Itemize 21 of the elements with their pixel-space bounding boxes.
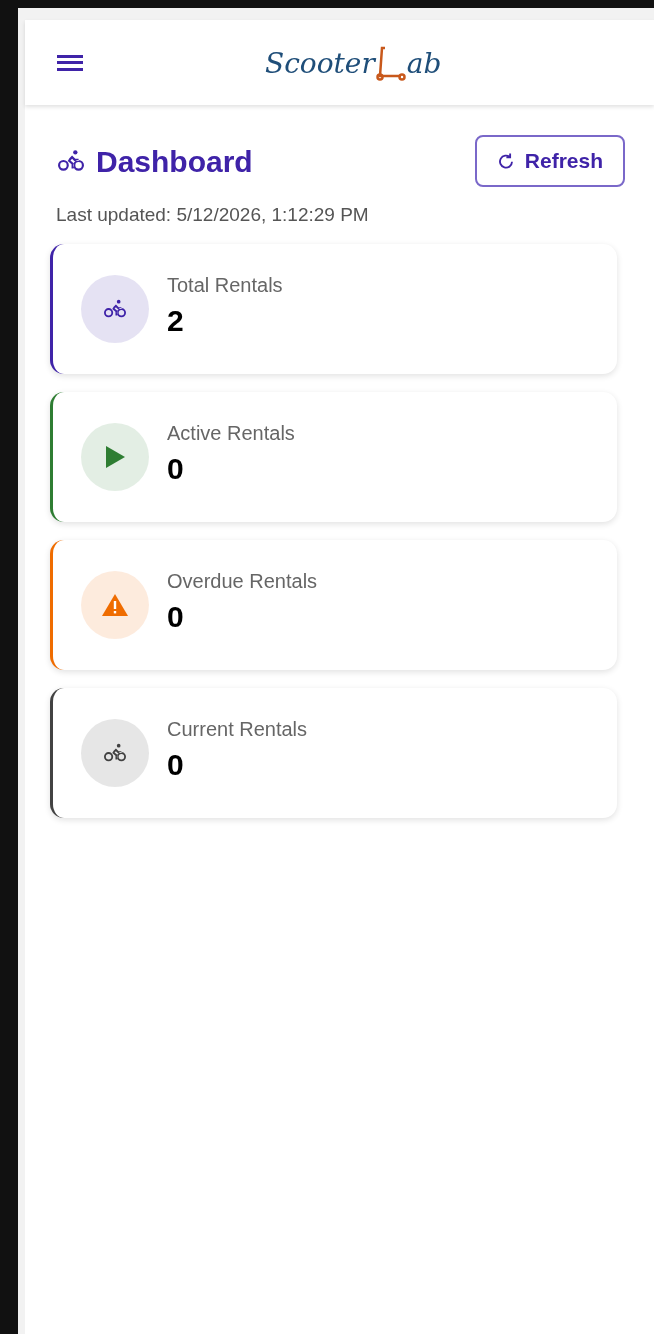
stat-label: Total Rentals xyxy=(167,272,283,298)
logo-text: Scooter xyxy=(265,50,375,78)
stat-value: 0 xyxy=(167,453,185,484)
stat-value: 0 xyxy=(167,601,185,632)
menu-icon[interactable] xyxy=(57,52,85,73)
scooter-icon xyxy=(374,46,407,82)
bike-icon xyxy=(56,148,86,174)
stat-value: 2 xyxy=(167,305,185,336)
refresh-icon xyxy=(496,151,515,171)
bike-icon xyxy=(104,297,126,320)
stat-label: Active Rentals xyxy=(167,420,295,446)
logo-text: ab xyxy=(406,50,442,78)
refresh-button[interactable]: Refresh xyxy=(474,135,625,187)
bike-icon xyxy=(104,741,126,764)
stat-label: Current Rentals xyxy=(167,716,308,742)
page-title: Dashboard xyxy=(96,143,253,180)
warning-icon xyxy=(102,593,128,616)
last-updated-text: Last updated: 5/12/2026, 1:12:29 PM xyxy=(55,203,370,227)
play-icon xyxy=(104,444,126,469)
stat-value: 0 xyxy=(167,749,185,780)
stat-label: Overdue Rentals xyxy=(167,568,318,594)
